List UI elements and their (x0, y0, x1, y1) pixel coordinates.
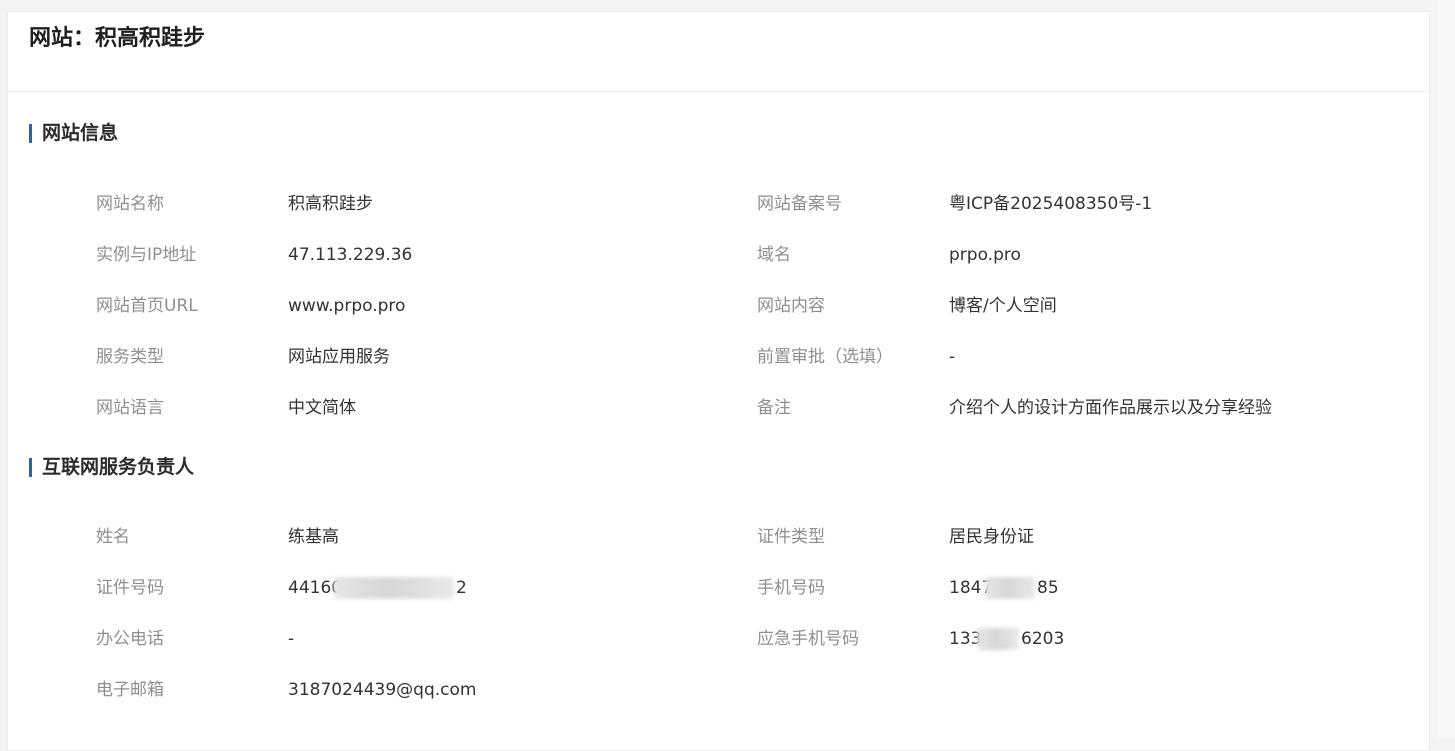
label-remarks: 备注 (757, 398, 791, 418)
value-instance-ip: 47.113.229.36 (288, 245, 413, 265)
detail-card (7, 11, 1430, 751)
label-service-type: 服务类型 (96, 347, 164, 367)
card-header (8, 12, 1429, 92)
section-title-site-info: 网站信息 (29, 122, 118, 144)
value-site-name: 积高积跬步 (288, 194, 373, 214)
value-id-number-tail: 2 (456, 578, 467, 598)
label-site-language: 网站语言 (96, 398, 164, 418)
value-homepage-url: www.prpo.pro (288, 296, 406, 316)
page-title: 网站：积高积跬步 (29, 26, 206, 51)
label-homepage-url: 网站首页URL (96, 296, 198, 316)
label-name: 姓名 (96, 527, 130, 547)
redaction-mask-emergency-mobile (977, 628, 1019, 650)
value-office-phone: - (288, 629, 295, 649)
value-pre-approval: - (949, 347, 956, 367)
label-site-content: 网站内容 (757, 296, 825, 316)
value-name: 练基高 (288, 527, 339, 547)
value-mobile-tail: 85 (1037, 578, 1059, 598)
label-mobile: 手机号码 (757, 578, 825, 598)
label-pre-approval: 前置审批（选填） (757, 347, 893, 367)
label-instance-ip: 实例与IP地址 (96, 245, 197, 265)
redaction-mask-id-number (334, 577, 454, 599)
label-id-type: 证件类型 (757, 527, 825, 547)
section-title-contact: 互联网服务负责人 (29, 456, 194, 478)
label-site-name: 网站名称 (96, 194, 164, 214)
value-email: 3187024439@qq.com (288, 680, 477, 700)
value-remarks: 介绍个人的设计方面作品展示以及分享经验 (949, 398, 1272, 418)
value-icp-number: 粤ICP备2025408350号-1 (949, 194, 1153, 214)
label-icp-number: 网站备案号 (757, 194, 842, 214)
value-site-language: 中文简体 (288, 398, 356, 418)
label-id-number: 证件号码 (96, 578, 164, 598)
value-site-content: 博客/个人空间 (949, 296, 1057, 316)
label-emergency-mobile: 应急手机号码 (757, 629, 859, 649)
label-email: 电子邮箱 (96, 680, 164, 700)
value-service-type: 网站应用服务 (288, 347, 390, 367)
label-domain: 域名 (757, 245, 791, 265)
label-office-phone: 办公电话 (96, 629, 164, 649)
redaction-mask-mobile (985, 577, 1035, 599)
value-domain: prpo.pro (949, 245, 1021, 265)
scrollbar[interactable] (1437, 0, 1455, 739)
value-id-type: 居民身份证 (949, 527, 1034, 547)
value-emergency-mobile-tail: 6203 (1021, 629, 1065, 649)
